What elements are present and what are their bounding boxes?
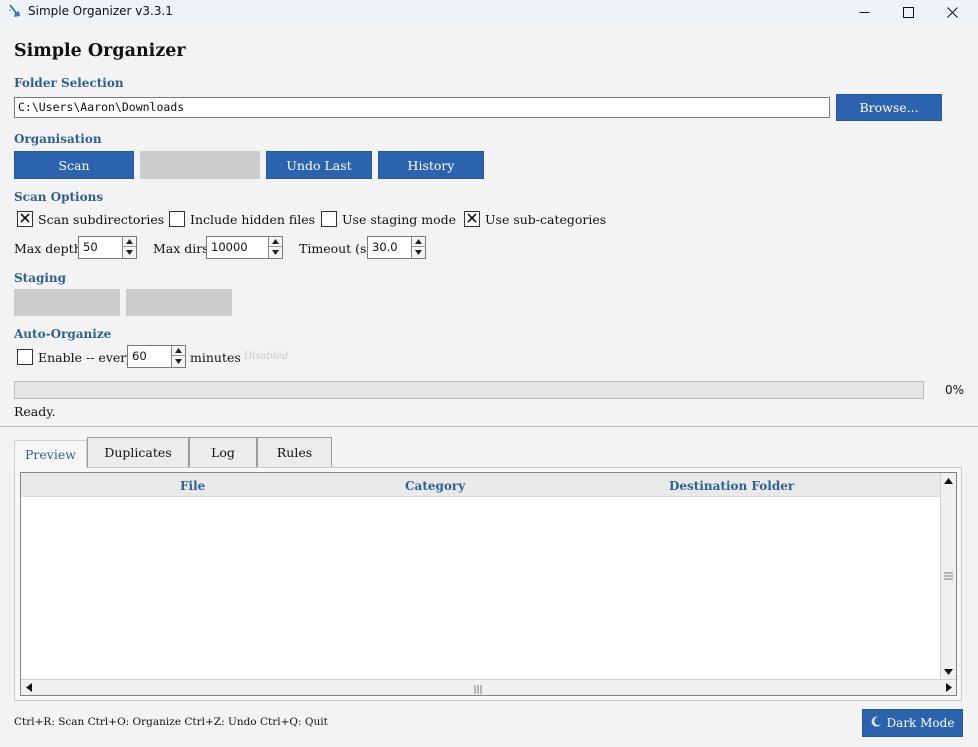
horizontal-scrollbar[interactable] bbox=[21, 679, 956, 695]
spin-arrows bbox=[171, 346, 185, 367]
minutes-label: minutes bbox=[190, 350, 241, 365]
maximize-icon bbox=[902, 6, 914, 18]
column-header-file[interactable]: File bbox=[180, 479, 205, 493]
use-sub-categories-label: Use sub-categories bbox=[485, 212, 607, 227]
tab-preview[interactable]: Preview bbox=[14, 440, 87, 468]
close-icon bbox=[946, 6, 958, 18]
minimize-button[interactable] bbox=[842, 0, 886, 24]
timeout-value: 30.0 bbox=[372, 240, 398, 254]
scan-subdirectories-checkbox[interactable] bbox=[17, 211, 33, 227]
close-button[interactable] bbox=[930, 0, 974, 24]
staging-button-2[interactable] bbox=[126, 289, 232, 316]
title-bar: Simple Organizer v3.3.1 bbox=[0, 0, 978, 24]
scroll-up-icon[interactable] bbox=[941, 473, 956, 488]
spin-up-icon[interactable] bbox=[412, 237, 425, 247]
column-header-destination[interactable]: Destination Folder bbox=[669, 479, 794, 493]
folder-selection-heading: Folder Selection bbox=[14, 76, 124, 90]
undo-last-button[interactable]: Undo Last bbox=[266, 151, 372, 179]
broom-icon bbox=[7, 3, 21, 19]
spin-down-icon[interactable] bbox=[269, 247, 282, 257]
maximize-button[interactable] bbox=[886, 0, 930, 24]
use-sub-categories-checkbox[interactable] bbox=[464, 211, 480, 227]
tab-rules[interactable]: Rules bbox=[257, 437, 332, 467]
page-title: Simple Organizer bbox=[14, 41, 186, 61]
scroll-down-icon[interactable] bbox=[941, 664, 956, 679]
max-dirs-label: Max dirs: bbox=[153, 241, 213, 256]
staging-heading: Staging bbox=[14, 271, 67, 285]
minimize-icon bbox=[859, 7, 870, 18]
timeout-spinbox[interactable]: 30.0 bbox=[367, 236, 426, 259]
include-hidden-files-label: Include hidden files bbox=[190, 212, 316, 227]
scroll-right-icon[interactable] bbox=[941, 680, 956, 695]
preview-table[interactable]: File Category Destination Folder bbox=[20, 472, 957, 696]
status-text: Ready. bbox=[14, 404, 56, 419]
window-title: Simple Organizer v3.3.1 bbox=[28, 4, 173, 18]
max-dirs-value: 10000 bbox=[211, 240, 248, 254]
staging-button-1[interactable] bbox=[14, 289, 120, 316]
tab-log[interactable]: Log bbox=[189, 437, 257, 467]
history-button[interactable]: History bbox=[378, 151, 484, 179]
dark-mode-label: Dark Mode bbox=[886, 716, 955, 730]
include-hidden-files-checkbox[interactable] bbox=[169, 211, 185, 227]
use-staging-mode-label: Use staging mode bbox=[342, 212, 457, 227]
checkmark-icon bbox=[467, 212, 477, 226]
spin-arrows bbox=[411, 237, 425, 258]
dark-mode-button[interactable]: Dark Mode bbox=[862, 709, 963, 737]
use-staging-mode-checkbox[interactable] bbox=[321, 211, 337, 227]
scroll-grip-icon[interactable] bbox=[944, 570, 953, 584]
auto-interval-value: 60 bbox=[132, 349, 147, 363]
auto-organize-enable-label: Enable -- every bbox=[38, 350, 134, 365]
scan-button[interactable]: Scan bbox=[14, 151, 134, 179]
max-dirs-spinbox[interactable]: 10000 bbox=[206, 236, 283, 259]
spin-down-icon[interactable] bbox=[412, 247, 425, 257]
spin-arrows bbox=[122, 237, 136, 258]
scroll-grip-icon[interactable] bbox=[474, 683, 483, 697]
spin-up-icon[interactable] bbox=[269, 237, 282, 247]
spin-up-icon[interactable] bbox=[172, 346, 185, 356]
max-depth-value: 50 bbox=[83, 240, 98, 254]
organize-button[interactable] bbox=[140, 151, 260, 179]
timeout-label: Timeout (s): bbox=[299, 241, 376, 256]
folder-path-input[interactable]: C:\Users\Aaron\Downloads bbox=[14, 97, 830, 118]
checkmark-icon bbox=[20, 212, 30, 226]
spin-down-icon[interactable] bbox=[172, 356, 185, 366]
auto-organize-enable-checkbox[interactable] bbox=[17, 349, 33, 365]
scan-options-heading: Scan Options bbox=[14, 190, 104, 204]
auto-organize-status: Disabled bbox=[244, 351, 289, 362]
spin-arrows bbox=[268, 237, 282, 258]
spin-up-icon[interactable] bbox=[123, 237, 136, 247]
column-header-category[interactable]: Category bbox=[405, 479, 465, 493]
progress-percent: 0% bbox=[945, 383, 965, 397]
scroll-left-icon[interactable] bbox=[21, 680, 36, 695]
moon-icon bbox=[871, 716, 882, 730]
auto-organize-heading: Auto-Organize bbox=[14, 327, 112, 341]
vertical-scrollbar[interactable] bbox=[940, 473, 956, 679]
keyboard-shortcuts-hint: Ctrl+R: Scan Ctrl+O: Organize Ctrl+Z: Un… bbox=[14, 716, 328, 728]
auto-interval-spinbox[interactable]: 60 bbox=[127, 345, 186, 368]
max-depth-label: Max depth: bbox=[14, 241, 86, 256]
scan-subdirectories-label: Scan subdirectories bbox=[38, 212, 165, 227]
tab-duplicates[interactable]: Duplicates bbox=[87, 437, 189, 467]
browse-button[interactable]: Browse... bbox=[836, 94, 942, 121]
table-header: File Category Destination Folder bbox=[21, 473, 941, 497]
progress-bar bbox=[14, 381, 924, 399]
organisation-heading: Organisation bbox=[14, 132, 102, 146]
spin-down-icon[interactable] bbox=[123, 247, 136, 257]
max-depth-spinbox[interactable]: 50 bbox=[78, 236, 137, 259]
divider bbox=[0, 426, 978, 427]
